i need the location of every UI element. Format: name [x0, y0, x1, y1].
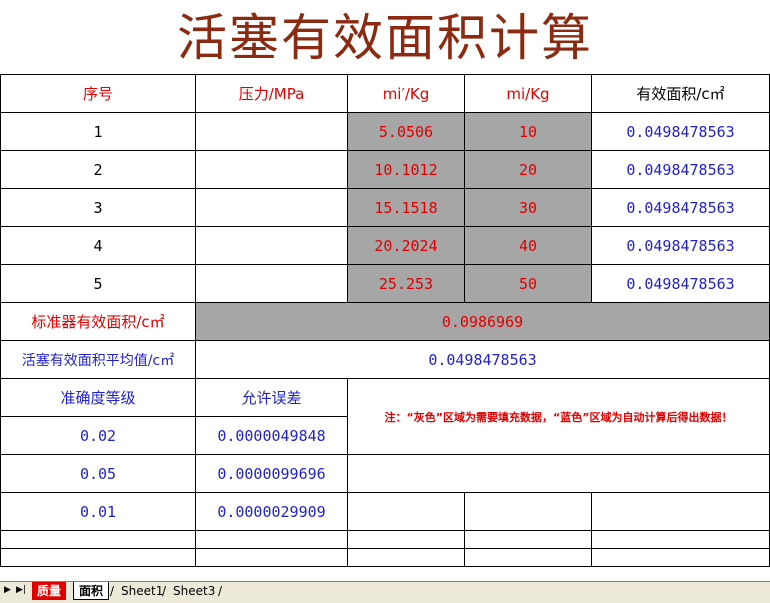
accuracy-grade-header[interactable]: 准确度等级: [0, 378, 196, 417]
tab-sheet3[interactable]: Sheet3: [168, 582, 220, 600]
allowed-error-header[interactable]: 允许误差: [195, 378, 348, 417]
tab-separator: /: [218, 584, 223, 598]
mi-prime-input-cell[interactable]: 5.0506: [347, 112, 465, 151]
mi-input-cell[interactable]: 20: [464, 150, 592, 189]
standard-label[interactable]: 标准器有效面积/c㎡: [0, 302, 196, 341]
empty-cell[interactable]: [464, 530, 592, 549]
row-index-cell[interactable]: 4: [0, 226, 196, 265]
row-index-cell[interactable]: 1: [0, 112, 196, 151]
pressure-input-cell[interactable]: [195, 150, 348, 189]
empty-cell[interactable]: [591, 548, 770, 567]
area-result-cell[interactable]: 0.0498478563: [591, 188, 770, 227]
header-mi-prime[interactable]: mi′/Kg: [347, 74, 465, 113]
tab-separator: /: [110, 584, 115, 598]
area-result-cell[interactable]: 0.0498478563: [591, 112, 770, 151]
allowed-error-cell[interactable]: 0.0000049848: [195, 416, 348, 455]
header-pressure[interactable]: 压力/MPa: [195, 74, 348, 113]
table-row: 3 15.1518 30 0.0498478563: [0, 188, 770, 227]
accuracy-grade-cell[interactable]: 0.05: [0, 454, 196, 493]
mi-input-cell[interactable]: 50: [464, 264, 592, 303]
mi-prime-input-cell[interactable]: 20.2024: [347, 226, 465, 265]
empty-cell[interactable]: [591, 492, 770, 531]
empty-cell[interactable]: [0, 548, 196, 567]
average-label[interactable]: 活塞有效面积平均值/c㎡: [0, 340, 196, 379]
calculation-table: 序号 压力/MPa mi′/Kg mi/Kg 有效面积/c㎡ 1 5.0506 …: [0, 74, 770, 567]
pressure-input-cell[interactable]: [195, 264, 348, 303]
note-text[interactable]: 注：“灰色”区域为需要填充数据，“蓝色”区域为自动计算后得出数据！: [347, 378, 770, 455]
mi-input-cell[interactable]: 10: [464, 112, 592, 151]
empty-cell[interactable]: [347, 530, 465, 549]
empty-cell[interactable]: [195, 530, 348, 549]
empty-cell[interactable]: [347, 548, 465, 567]
mi-input-cell[interactable]: 30: [464, 188, 592, 227]
table-row: 4 20.2024 40 0.0498478563: [0, 226, 770, 265]
table-row: 5 25.253 50 0.0498478563: [0, 264, 770, 303]
sheet-title: 活塞有效面积计算: [177, 9, 593, 67]
empty-cell[interactable]: [195, 548, 348, 567]
tab-sheet1[interactable]: Sheet1: [116, 582, 168, 600]
mi-prime-input-cell[interactable]: 25.253: [347, 264, 465, 303]
empty-row: [0, 530, 770, 549]
pressure-input-cell[interactable]: [195, 188, 348, 227]
row-index-cell[interactable]: 5: [0, 264, 196, 303]
tab-area[interactable]: 面积: [73, 582, 110, 600]
pressure-input-cell[interactable]: [195, 112, 348, 151]
mi-prime-input-cell[interactable]: 10.1012: [347, 150, 465, 189]
mi-prime-input-cell[interactable]: 15.1518: [347, 188, 465, 227]
accuracy-grade-cell[interactable]: 0.01: [0, 492, 196, 531]
area-result-cell[interactable]: 0.0498478563: [591, 150, 770, 189]
empty-cell[interactable]: [464, 492, 592, 531]
header-row: 序号 压力/MPa mi′/Kg mi/Kg 有效面积/c㎡: [0, 74, 770, 113]
row-index-cell[interactable]: 3: [0, 188, 196, 227]
sheet-tab-bar: ▶ ▶| 质量 面积 / Sheet1 / Sheet3 /: [0, 581, 770, 603]
average-value-cell[interactable]: 0.0498478563: [195, 340, 770, 379]
header-area[interactable]: 有效面积/c㎡: [591, 74, 770, 113]
allowed-error-cell[interactable]: 0.0000029909: [195, 492, 348, 531]
empty-cell[interactable]: [464, 548, 592, 567]
standard-row: 标准器有效面积/c㎡ 0.0986969: [0, 302, 770, 341]
mi-input-cell[interactable]: 40: [464, 226, 592, 265]
tab-mass[interactable]: 质量: [32, 582, 67, 600]
row-index-cell[interactable]: 2: [0, 150, 196, 189]
accuracy-header-row: 准确度等级 允许误差 注：“灰色”区域为需要填充数据，“蓝色”区域为自动计算后得…: [0, 378, 770, 455]
table-row: 1 5.0506 10 0.0498478563: [0, 112, 770, 151]
last-sheet-icon[interactable]: ▶|: [16, 585, 26, 595]
allowed-error-cell[interactable]: 0.0000099696: [195, 454, 348, 493]
accuracy-row: 0.01 0.0000029909: [0, 492, 770, 531]
accuracy-grade-cell[interactable]: 0.02: [0, 416, 196, 455]
header-index[interactable]: 序号: [0, 74, 196, 113]
empty-cell[interactable]: [0, 530, 196, 549]
pressure-input-cell[interactable]: [195, 226, 348, 265]
average-row: 活塞有效面积平均值/c㎡ 0.0498478563: [0, 340, 770, 379]
prev-sheet-icon[interactable]: ▶: [4, 585, 11, 595]
empty-row: [0, 548, 770, 567]
accuracy-row: 0.05 0.0000099696: [0, 454, 770, 493]
area-result-cell[interactable]: 0.0498478563: [591, 264, 770, 303]
area-result-cell[interactable]: 0.0498478563: [591, 226, 770, 265]
empty-cell[interactable]: [591, 530, 770, 549]
empty-cell[interactable]: [347, 492, 465, 531]
header-mi[interactable]: mi/Kg: [464, 74, 592, 113]
standard-value-cell[interactable]: 0.0986969: [195, 302, 770, 341]
table-row: 2 10.1012 20 0.0498478563: [0, 150, 770, 189]
empty-cell[interactable]: [347, 454, 770, 493]
tab-separator: /: [162, 584, 167, 598]
